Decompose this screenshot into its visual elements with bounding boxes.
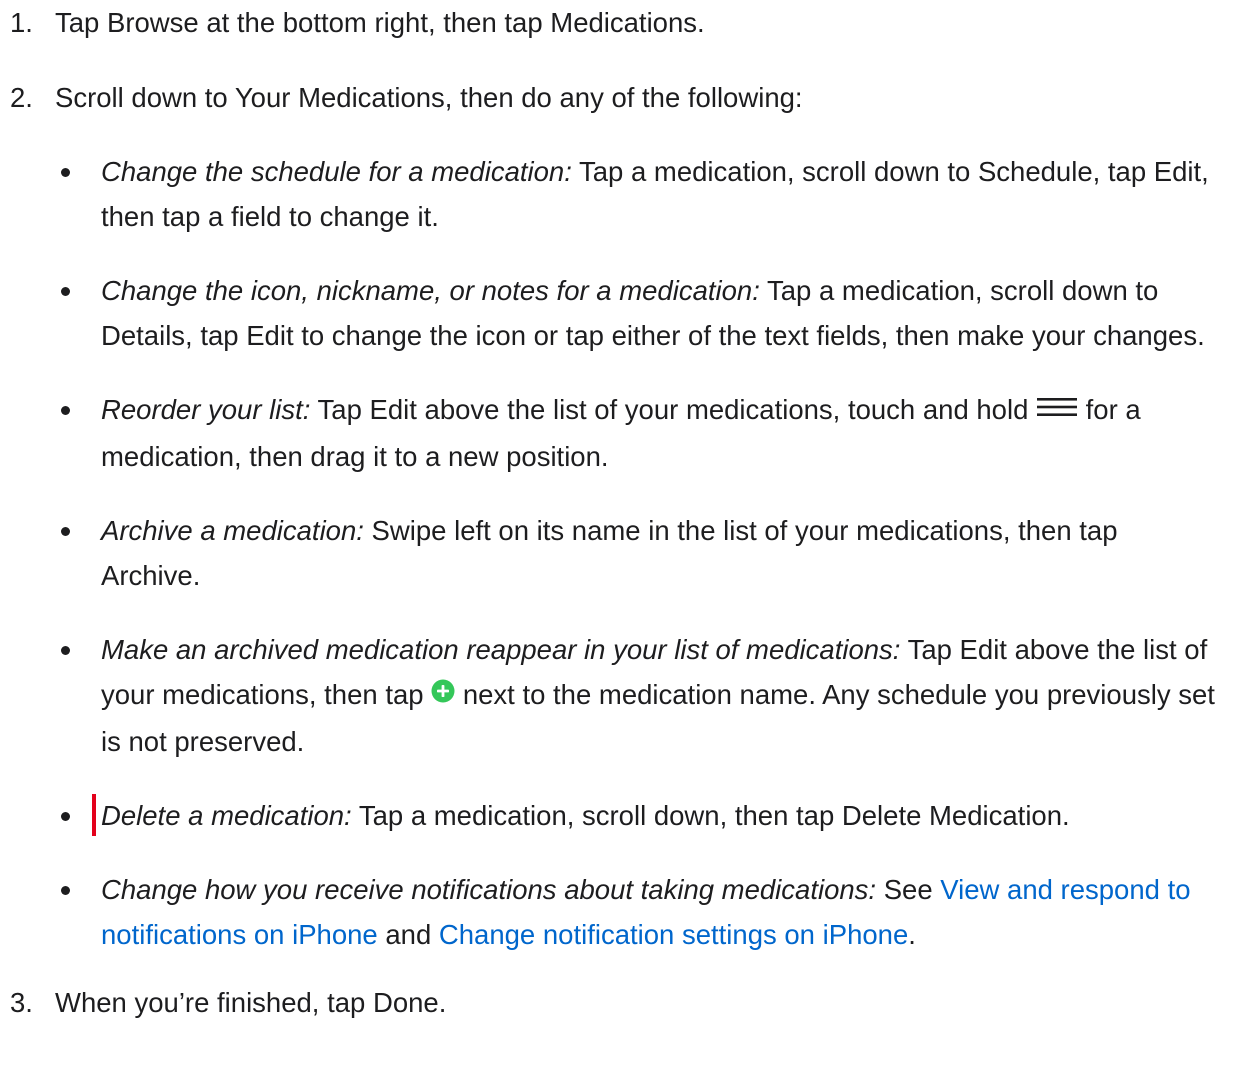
option-title: Change the schedule for a medication: — [101, 156, 572, 187]
option-title: Change the icon, nickname, or notes for … — [101, 275, 760, 306]
instructions-page: 1. Tap Browse at the bottom right, then … — [0, 0, 1234, 1066]
step-number: 1. — [10, 7, 33, 38]
option-unarchive: Make an archived medication reappear in … — [55, 627, 1224, 764]
option-delete: Delete a medication: Tap a medication, s… — [55, 793, 1224, 838]
option-archive: Archive a medication: Swipe left on its … — [55, 508, 1224, 598]
option-title: Delete a medication: — [101, 800, 352, 832]
bullet — [61, 527, 70, 537]
option-change-schedule: Change the schedule for a medication: Ta… — [55, 149, 1224, 239]
option-title: Make an archived medication reappear in … — [101, 634, 901, 666]
bullet — [61, 646, 70, 656]
reorder-handle-icon — [1036, 386, 1078, 431]
option-body: See — [876, 874, 941, 906]
step-3: 3. When you’re finished, tap Done. — [10, 980, 1224, 1025]
option-reorder-list: Reorder your list: Tap Edit above the li… — [55, 387, 1224, 479]
option-title: Archive a medication: — [101, 515, 364, 547]
option-notifications: Change how you receive notifications abo… — [55, 867, 1224, 957]
options-list: Change the schedule for a medication: Ta… — [55, 149, 1224, 957]
add-circle-icon — [431, 671, 455, 716]
step-text: Tap Browse at the bottom right, then tap… — [55, 7, 705, 38]
step-text: When you’re finished, tap Done. — [55, 987, 447, 1019]
bullet — [61, 406, 70, 415]
step-number: 3. — [10, 987, 33, 1019]
option-body: and — [377, 919, 439, 951]
option-title: Change how you receive notifications abo… — [101, 874, 877, 906]
option-body: . — [908, 919, 916, 951]
bullet — [61, 886, 70, 896]
step-1: 1. Tap Browse at the bottom right, then … — [10, 0, 1224, 45]
step-text: Scroll down to Your Medications, then do… — [55, 82, 803, 113]
steps-list: 1. Tap Browse at the bottom right, then … — [10, 0, 1224, 1025]
option-body: Tap Edit above the list of your medicati… — [310, 394, 1037, 425]
text-caret — [92, 794, 96, 837]
link-change-notification-settings[interactable]: Change notification settings on iPhone — [439, 919, 908, 950]
option-change-icon-nickname-notes: Change the icon, nickname, or notes for … — [55, 268, 1224, 358]
step-2: 2. Scroll down to Your Medications, then… — [10, 75, 1224, 957]
option-body: Tap a medication, scroll down, then tap … — [351, 800, 1070, 832]
bullet — [61, 287, 70, 296]
option-title: Reorder your list: — [101, 394, 311, 425]
bullet — [61, 168, 70, 177]
bullet — [61, 812, 70, 822]
step-number: 2. — [10, 82, 33, 113]
